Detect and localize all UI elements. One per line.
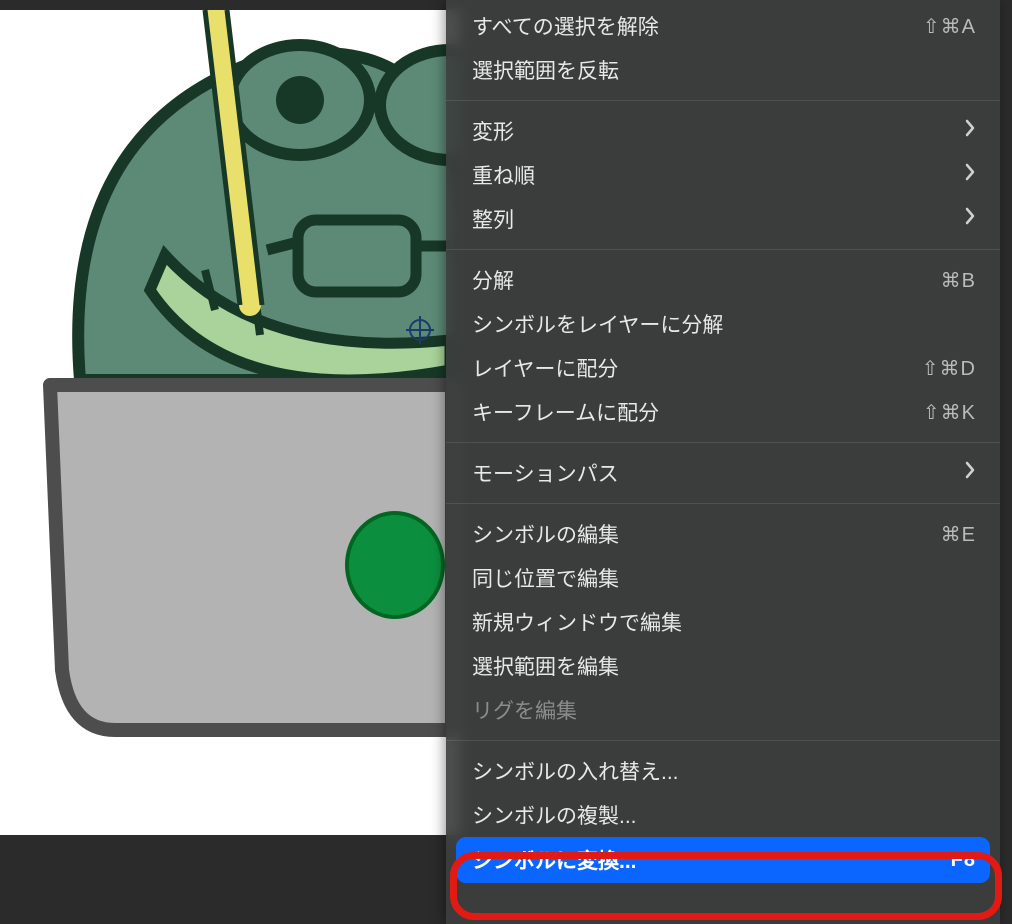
menu-item-label: すべての選択を解除 [472,11,659,41]
menu-item: リグを編集 [446,688,1000,732]
menu-item[interactable]: キーフレームに配分 ⇧⌘K [446,390,1000,434]
menu-item[interactable]: 選択範囲を反転 [446,48,1000,92]
menu-item-label: シンボルの複製... [472,800,637,830]
menu-separator [446,249,1000,250]
menu-item-shortcut: ⌘E [941,522,976,547]
menu-separator [446,100,1000,101]
menu-separator [446,740,1000,741]
menu-item-label: シンボルの編集 [472,519,619,549]
menu-item[interactable]: 新規ウィンドウで編集 [446,600,1000,644]
frog-illustration [0,10,460,835]
menu-item[interactable]: レイヤーに配分 ⇧⌘D [446,346,1000,390]
chevron-right-icon [964,163,976,187]
menu-item-label: リグを編集 [472,695,577,725]
menu-item-shortcut: ⇧⌘A [923,14,976,39]
chevron-right-icon [964,207,976,231]
menu-item[interactable]: シンボルの複製... [446,793,1000,837]
menu-item-label: 同じ位置で編集 [472,563,619,593]
menu-item[interactable]: 分解 ⌘B [446,258,1000,302]
menu-item[interactable]: 変形 [446,109,1000,153]
menu-separator [446,503,1000,504]
menu-item-shortcut: ⇧⌘D [922,356,976,381]
menu-item[interactable]: 選択範囲を編集 [446,644,1000,688]
canvas-area[interactable] [0,0,450,924]
artboard[interactable] [0,10,460,835]
menu-item-label: 重ね順 [472,160,535,190]
menu-item[interactable]: 同じ位置で編集 [446,556,1000,600]
menu-item[interactable]: シンボルをレイヤーに分解 [446,302,1000,346]
menu-item-label: シンボルに変換... [472,845,637,875]
menu-item-shortcut: ⌘B [941,268,976,293]
menu-item-shortcut: F8 [951,849,976,872]
menu-separator [446,442,1000,443]
menu-item[interactable]: シンボルに変換... F8 [456,837,990,883]
menu-item[interactable]: 整列 [446,197,1000,241]
menu-item-label: シンボルをレイヤーに分解 [472,309,723,339]
menu-item[interactable]: シンボルの編集 ⌘E [446,512,1000,556]
menu-item[interactable]: すべての選択を解除 ⇧⌘A [446,4,1000,48]
menu-item-shortcut: ⇧⌘K [923,400,976,425]
context-menu[interactable]: すべての選択を解除 ⇧⌘A 選択範囲を反転変形重ね順整列分解 ⌘B シンボルをレイヤーに… [446,0,1000,924]
menu-item-label: 変形 [472,116,514,146]
menu-item-label: 新規ウィンドウで編集 [472,607,682,637]
menu-item-label: 選択範囲を編集 [472,651,619,681]
menu-item-label: キーフレームに配分 [472,397,659,427]
menu-item[interactable]: モーションパス [446,451,1000,495]
menu-item-label: 分解 [472,265,514,295]
menu-item-label: シンボルの入れ替え... [472,756,679,786]
menu-item-label: 整列 [472,204,514,234]
menu-item[interactable]: 重ね順 [446,153,1000,197]
chevron-right-icon [964,461,976,485]
menu-item-label: モーションパス [472,458,619,488]
menu-item[interactable]: シンボルの入れ替え... [446,749,1000,793]
menu-item-label: 選択範囲を反転 [472,55,619,85]
chevron-right-icon [964,119,976,143]
menu-item-label: レイヤーに配分 [472,353,618,383]
